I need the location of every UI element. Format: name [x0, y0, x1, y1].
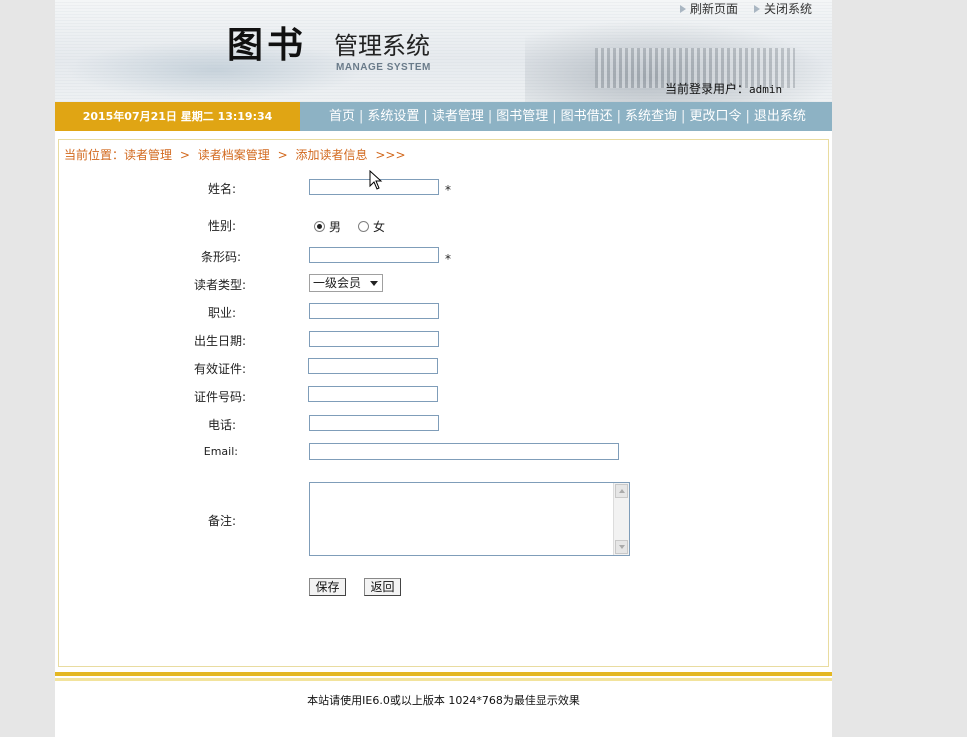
- id-number-input[interactable]: [308, 386, 438, 402]
- menu-change-password[interactable]: 更改口令: [685, 102, 745, 131]
- name-label: 姓名:: [207, 182, 236, 196]
- nav-bar: 2015年07月21日 星期二 13:19:34 首页 | 系统设置 | 读者管理 |…: [55, 102, 832, 131]
- reader-type-value: 一级会员: [313, 276, 362, 290]
- save-button[interactable]: 保存: [309, 578, 346, 596]
- content-panel: 当前位置：读者管理 > 读者档案管理 > 添加读者信息 >>> 姓名: * 性别…: [58, 139, 829, 667]
- footer-note: 本站请使用IE6.0或以上版本 1024*768为最佳显示效果: [307, 694, 580, 707]
- chevron-down-icon: [619, 545, 625, 549]
- datetime-display: 2015年07月21日 星期二 13:19:34: [55, 102, 300, 131]
- main-menu: 首页 | 系统设置 | 读者管理 | 图书管理 | 图书借还 | 系统查询 | 更改口令 | …: [325, 102, 810, 131]
- menu-logout[interactable]: 退出系统: [750, 102, 810, 131]
- gender-label: 性别:: [207, 219, 236, 233]
- logo-title: 图书: [227, 24, 308, 66]
- id-type-label: 有效证件:: [193, 362, 246, 376]
- menu-system-query[interactable]: 系统查询: [621, 102, 681, 131]
- barcode-input[interactable]: [309, 247, 439, 263]
- menu-home[interactable]: 首页: [325, 102, 359, 131]
- job-input[interactable]: [309, 303, 439, 319]
- email-label: Email:: [203, 445, 238, 458]
- chevron-up-icon: [619, 489, 625, 493]
- breadcrumb: 当前位置：读者管理 > 读者档案管理 > 添加读者信息 >>>: [64, 148, 406, 162]
- email-input[interactable]: [309, 443, 619, 460]
- reader-type-select[interactable]: 一级会员: [309, 274, 383, 292]
- id-type-input[interactable]: [308, 358, 438, 374]
- radio-unchecked-icon: [358, 221, 369, 232]
- birth-label: 出生日期:: [193, 334, 246, 348]
- menu-reader-management[interactable]: 读者管理: [428, 102, 488, 131]
- required-mark: *: [445, 183, 451, 197]
- id-number-label: 证件号码:: [193, 390, 246, 404]
- footer-divider: [55, 672, 832, 676]
- logo-subtitle: 管理系统: [334, 32, 430, 60]
- breadcrumb-reader-archive[interactable]: 读者档案管理: [198, 148, 270, 162]
- breadcrumb-add-reader: 添加读者信息: [295, 148, 368, 162]
- required-mark: *: [445, 252, 451, 266]
- menu-system-settings[interactable]: 系统设置: [363, 102, 423, 131]
- job-label: 职业:: [207, 306, 236, 320]
- mouse-cursor-icon: [369, 170, 383, 190]
- menu-book-management[interactable]: 图书管理: [492, 102, 552, 131]
- phone-label: 电话:: [207, 418, 236, 432]
- top-links: 刷新页面 关闭系统: [679, 0, 812, 17]
- gender-male-radio[interactable]: 男: [314, 218, 341, 235]
- logo-english: MANAGE SYSTEM: [336, 62, 431, 73]
- refresh-link[interactable]: 刷新页面: [679, 0, 738, 17]
- breadcrumb-reader-management[interactable]: 读者管理: [124, 148, 172, 162]
- scrollbar[interactable]: [613, 483, 629, 555]
- phone-input[interactable]: [309, 415, 439, 431]
- radio-checked-icon: [314, 221, 325, 232]
- close-system-link[interactable]: 关闭系统: [753, 0, 812, 17]
- gender-female-radio[interactable]: 女: [358, 218, 385, 235]
- menu-borrow-return[interactable]: 图书借还: [557, 102, 617, 131]
- barcode-label: 条形码:: [200, 250, 241, 264]
- arrow-icon: [679, 4, 687, 14]
- current-user: 当前登录用户：admin: [665, 82, 783, 96]
- scroll-down-button[interactable]: [615, 540, 628, 554]
- scroll-up-button[interactable]: [615, 484, 628, 498]
- user-name: admin: [749, 83, 783, 96]
- footer-divider-light: [55, 678, 832, 681]
- header-banner: 图书 管理系统 MANAGE SYSTEM 刷新页面 关闭系统 当前登录用户：a…: [55, 0, 832, 102]
- arrow-icon: [753, 4, 761, 14]
- back-button[interactable]: 返回: [364, 578, 401, 596]
- page: 图书 管理系统 MANAGE SYSTEM 刷新页面 关闭系统 当前登录用户：a…: [55, 0, 832, 737]
- remark-label: 备注:: [207, 514, 236, 528]
- reader-type-label: 读者类型:: [193, 278, 246, 292]
- birth-input[interactable]: [309, 331, 439, 347]
- chevron-down-icon: [370, 280, 378, 286]
- remark-textarea[interactable]: [309, 482, 630, 556]
